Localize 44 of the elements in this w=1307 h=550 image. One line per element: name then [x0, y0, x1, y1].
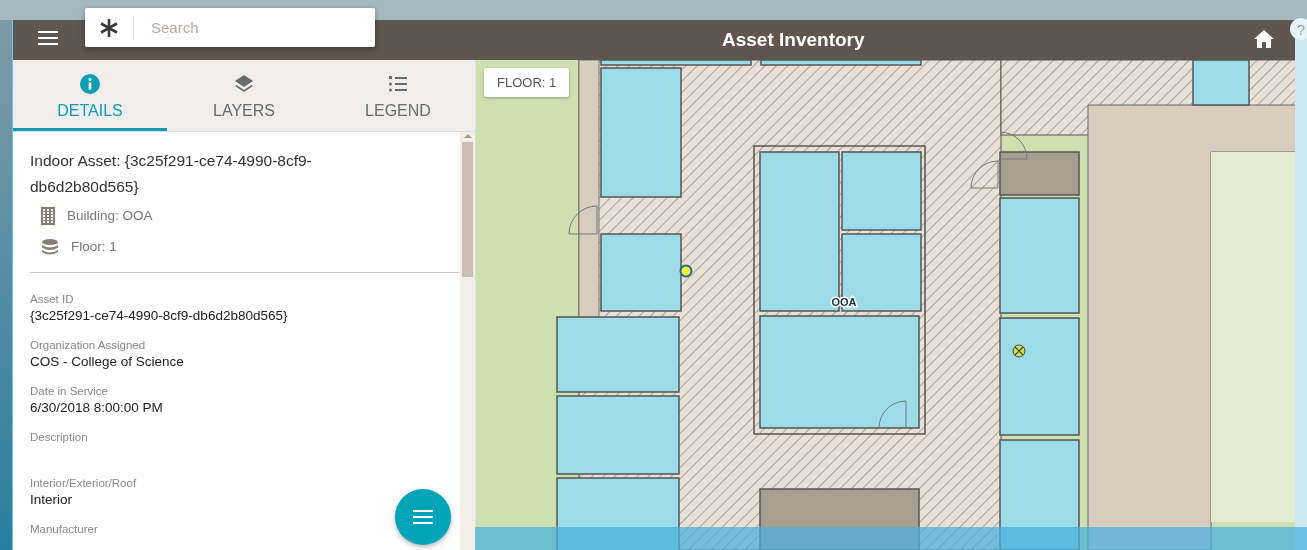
room[interactable] [759, 315, 920, 429]
door-arc [568, 205, 598, 235]
room[interactable] [556, 395, 680, 475]
layers-icon [234, 74, 254, 94]
search-bar[interactable]: Search [85, 8, 375, 47]
menu-icon [413, 510, 433, 524]
door-arc [970, 160, 999, 189]
field-value: 6/30/2018 8:00:00 PM [30, 399, 164, 417]
asset-point-icon[interactable] [679, 264, 693, 278]
field-value: COS - College of Science [30, 353, 185, 371]
crossed-circle-icon[interactable] [1012, 344, 1026, 358]
field-value: {3c25f291-ce74-4990-8cf9-db6d2b80d565} [30, 307, 289, 325]
door-arc [878, 400, 907, 429]
info-icon [80, 74, 100, 94]
field-label: Description [30, 430, 89, 445]
field-value: Interior [30, 491, 74, 509]
field-label: Organization Assigned [30, 338, 147, 353]
asterisk-icon [99, 17, 119, 38]
scrollbar[interactable] [460, 132, 475, 550]
room[interactable] [600, 233, 682, 312]
search-field[interactable]: Search [149, 18, 375, 37]
room[interactable] [556, 316, 680, 393]
app-title: Asset Inventory [722, 29, 866, 51]
tab[interactable]: LEGEND [321, 60, 475, 131]
field-label: Interior/Exterior/Roof [30, 476, 138, 491]
asset-title: Indoor Asset: {3c25f291-ce74-4990-8cf9-db6d2b80d565} [30, 151, 313, 197]
meta-text: Floor: 1 [71, 239, 117, 254]
field-label: Asset ID [30, 292, 75, 307]
floor-badge: FLOOR: 1 [484, 68, 570, 97]
field-label: Manufacturer [30, 522, 99, 537]
list-icon [388, 74, 408, 94]
door-arc [999, 131, 1028, 160]
menu-icon [38, 31, 58, 45]
room[interactable] [999, 317, 1080, 436]
room[interactable] [999, 197, 1080, 314]
building-icon [41, 206, 55, 225]
room[interactable] [841, 151, 922, 231]
meta-text: Building: OOA [67, 208, 153, 223]
field-label: Date in Service [30, 384, 109, 399]
room[interactable] [999, 151, 1080, 196]
layers-icon [41, 238, 59, 255]
home-button[interactable] [1253, 29, 1275, 51]
tab[interactable]: DETAILS [13, 60, 167, 131]
tab[interactable]: LAYERS [167, 60, 321, 131]
